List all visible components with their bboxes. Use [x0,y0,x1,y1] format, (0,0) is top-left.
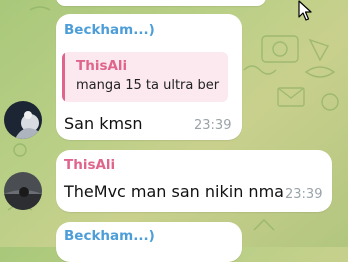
sender-name[interactable]: ThisAli [64,157,115,173]
mouse-pointer-icon [298,0,312,21]
message-time: 23:39 [285,187,323,202]
avatar[interactable] [4,172,42,210]
avatar[interactable] [4,101,42,139]
previous-message-bubble[interactable] [56,0,266,6]
message-text: TheMvc man san nikin nma [64,182,284,201]
message-text: San kmsn [64,114,143,133]
sender-name[interactable]: Beckham...) [64,228,155,244]
reply-preview[interactable]: ThisAli manga 15 ta ultra ber [62,52,228,102]
sender-name[interactable]: Beckham...) [64,22,155,38]
reply-sender-name: ThisAli [76,58,128,74]
message-time: 23:39 [194,118,232,133]
reply-bar [62,52,65,102]
reply-text: manga 15 ta ultra ber [76,78,220,93]
